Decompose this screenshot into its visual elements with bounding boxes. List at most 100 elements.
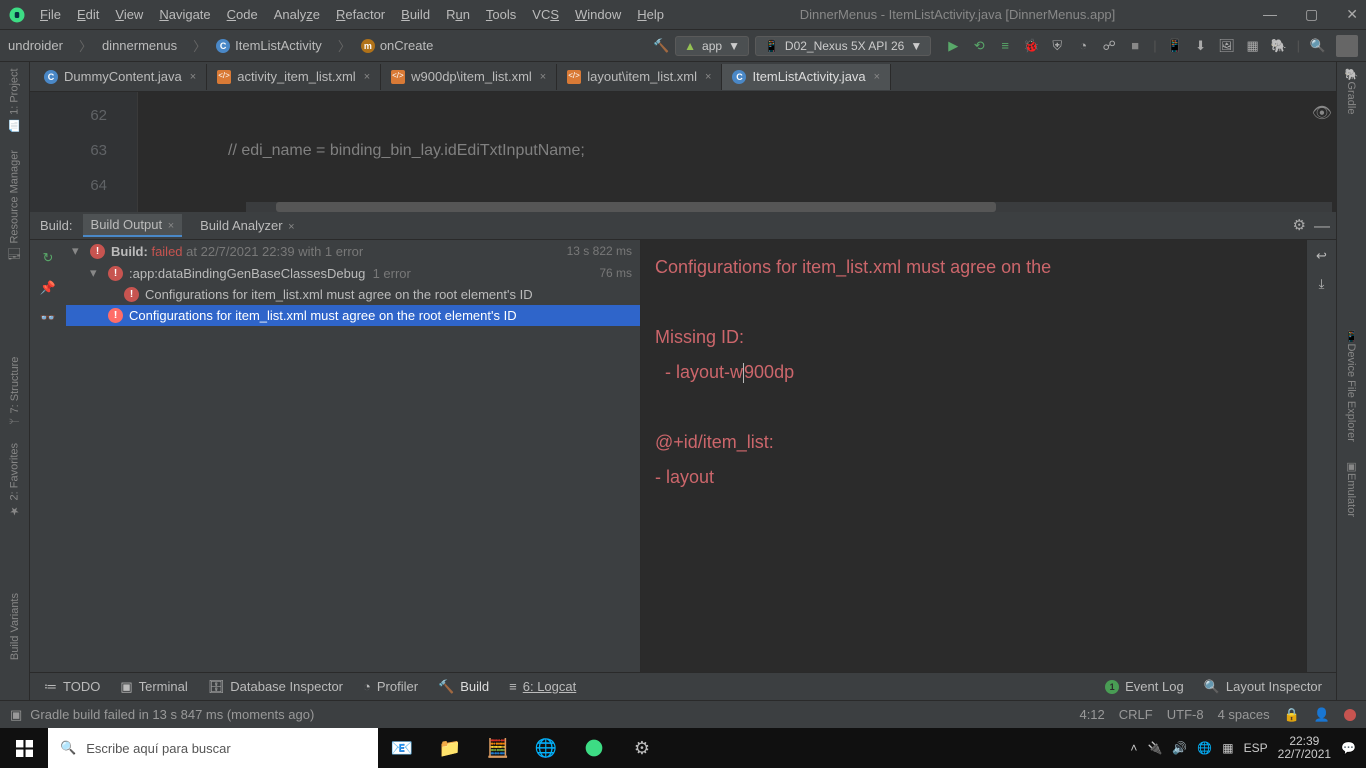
tray-tiles-icon[interactable]: ▦ (1222, 741, 1233, 755)
toolwindow-project[interactable]: 📄1: Project (8, 68, 21, 132)
build-error-detail[interactable]: Configurations for item_list.xml must ag… (641, 240, 1306, 700)
tray-language[interactable]: ESP (1244, 741, 1268, 755)
module-selector[interactable]: ▲app▼ (675, 36, 749, 56)
build-error-row[interactable]: ! Configurations for item_list.xml must … (66, 284, 640, 305)
scroll-to-end-icon[interactable]: ⤓ (1319, 276, 1325, 292)
taskbar-outlook[interactable]: 📧 (378, 728, 426, 768)
menu-window[interactable]: Window (575, 7, 621, 22)
sdk-manager-icon[interactable]: ⬇ (1193, 38, 1209, 54)
inspection-eye-icon[interactable]: 👁 (1312, 96, 1332, 131)
rerun-icon[interactable]: ↻ (43, 250, 54, 266)
build-error-row-selected[interactable]: ! Configurations for item_list.xml must … (66, 305, 640, 326)
maximize-button[interactable]: ▢ (1305, 6, 1318, 23)
toolwindow-gradle[interactable]: 🐘Gradle (1345, 68, 1358, 114)
taskbar-android-studio[interactable] (570, 728, 618, 768)
file-encoding[interactable]: UTF-8 (1167, 707, 1204, 722)
menu-tools[interactable]: Tools (486, 7, 516, 22)
toolwindow-emulator[interactable]: ▣Emulator (1345, 460, 1358, 517)
code-editor[interactable]: 62 63 64 👁 // edi_name = binding_bin_lay… (30, 92, 1336, 212)
inspections-icon[interactable]: 👤 (1314, 707, 1330, 723)
stop-icon[interactable]: ■ (1127, 38, 1143, 54)
tab-w900dp-item-list[interactable]: w900dp\item_list.xml× (381, 64, 557, 90)
tab-build-output[interactable]: Build Output × (83, 214, 183, 237)
toolwindow-build[interactable]: 🔨 Build (438, 679, 489, 695)
taskbar-app-other[interactable]: ⚙ (618, 728, 666, 768)
readonly-lock-icon[interactable]: 🔒 (1284, 707, 1300, 723)
tab-layout-item-list[interactable]: layout\item_list.xml× (557, 64, 722, 90)
menu-edit[interactable]: Edit (77, 7, 99, 22)
toolwindow-todo[interactable]: ≔ TODO (44, 679, 100, 695)
close-button[interactable]: ✕ (1346, 6, 1358, 23)
coverage-icon[interactable]: ⛨ (1049, 38, 1065, 54)
toolwindow-favorites[interactable]: ★2: Favorites (8, 443, 21, 517)
tray-volume-icon[interactable]: 🔊 (1172, 741, 1187, 755)
start-button[interactable] (0, 728, 48, 768)
close-tab-icon[interactable]: × (874, 71, 880, 83)
settings-icon[interactable]: ⚙ (1293, 216, 1306, 234)
taskbar-calculator[interactable]: 🧮 (474, 728, 522, 768)
tray-clock[interactable]: 22:39 22/7/2021 (1278, 735, 1331, 761)
caret-position[interactable]: 4:12 (1079, 707, 1104, 722)
menu-refactor[interactable]: Refactor (336, 7, 385, 22)
toolwindow-database[interactable]: 🗄 Database Inspector (208, 679, 343, 695)
collapse-icon[interactable]: ▾ (72, 243, 84, 259)
menu-code[interactable]: Code (227, 7, 258, 22)
taskbar-explorer[interactable]: 📁 (426, 728, 474, 768)
soft-wrap-icon[interactable]: ↩ (1316, 248, 1327, 264)
close-tab-icon[interactable]: × (288, 221, 294, 233)
toolwindow-logcat[interactable]: ≡ 6: Logcat (509, 679, 576, 694)
close-tab-icon[interactable]: × (705, 71, 711, 83)
make-project-icon[interactable]: 🔨 (653, 38, 669, 54)
hide-panel-icon[interactable]: — (1314, 218, 1330, 236)
layout-captures-icon[interactable]: ▦ (1245, 38, 1261, 54)
breadcrumb-1[interactable]: undroider (8, 38, 63, 53)
build-task-row[interactable]: ▾ ! :app:dataBindingGenBaseClassesDebug … (66, 262, 640, 284)
toolwindow-terminal[interactable]: ▣ Terminal (120, 679, 187, 695)
minimize-button[interactable]: — (1263, 6, 1277, 23)
menu-help[interactable]: Help (637, 7, 664, 22)
tray-network-icon[interactable]: 🌐 (1197, 741, 1212, 755)
menu-navigate[interactable]: Navigate (159, 7, 210, 22)
build-root-row[interactable]: ▾ ! Build: failed at 22/7/2021 22:39 wit… (66, 240, 640, 262)
code-area[interactable]: 👁 // edi_name = binding_bin_lay.idEdiTxt… (138, 92, 1336, 212)
breadcrumb-4[interactable]: onCreate (380, 38, 433, 53)
menu-run[interactable]: Run (446, 7, 470, 22)
toolwindow-structure[interactable]: ᛘ7: Structure (9, 357, 21, 424)
build-tree[interactable]: ▾ ! Build: failed at 22/7/2021 22:39 wit… (66, 240, 641, 700)
breadcrumb-2[interactable]: dinnermenus (102, 38, 177, 53)
debug-icon[interactable]: 🐞 (1023, 38, 1039, 54)
profile-icon[interactable]: ◔ (1075, 38, 1091, 54)
resource-manager-icon[interactable]: 🖼 (1219, 38, 1235, 54)
tab-activity-item-list[interactable]: activity_item_list.xml× (207, 64, 381, 90)
error-indicator-icon[interactable] (1344, 709, 1356, 721)
toolwindow-profiler[interactable]: ◔ Profiler (363, 679, 418, 694)
close-tab-icon[interactable]: × (364, 71, 370, 83)
menu-analyze[interactable]: Analyze (274, 7, 320, 22)
tray-notifications-icon[interactable]: 💬 (1341, 741, 1356, 755)
close-tab-icon[interactable]: × (168, 220, 174, 232)
toolwindow-device-file-explorer[interactable]: 📱Device File Explorer (1345, 330, 1358, 442)
tray-power-icon[interactable]: 🔌 (1147, 741, 1162, 755)
tab-itemlistactivity[interactable]: CItemListActivity.java× (722, 64, 891, 90)
sync-icon[interactable]: 🐘 (1271, 38, 1287, 54)
avd-manager-icon[interactable]: 📱 (1167, 38, 1183, 54)
apply-code-icon[interactable]: ≡ (997, 38, 1013, 54)
attach-debugger-icon[interactable]: ☍ (1101, 38, 1117, 54)
status-icon[interactable]: ▣ (10, 707, 22, 723)
toolwindow-resource-manager[interactable]: 🗂Resource Manager (8, 150, 21, 262)
menu-build[interactable]: Build (401, 7, 430, 22)
collapse-icon[interactable]: ▾ (90, 265, 102, 281)
close-tab-icon[interactable]: × (540, 71, 546, 83)
tray-chevron-icon[interactable]: ˄ (1130, 741, 1137, 755)
search-icon[interactable]: 🔍 (1310, 38, 1326, 54)
windows-search[interactable]: 🔍 Escribe aquí para buscar (48, 728, 378, 768)
toolwindow-event-log[interactable]: 1Event Log (1105, 679, 1184, 694)
editor-h-scrollbar[interactable] (246, 202, 1332, 212)
toolwindow-build-variants[interactable]: Build Variants (9, 593, 21, 660)
menu-vcs[interactable]: VCS (532, 7, 559, 22)
breadcrumb-3[interactable]: ItemListActivity (235, 38, 322, 53)
indent-setting[interactable]: 4 spaces (1218, 707, 1270, 722)
filter-icon[interactable]: 👓 (40, 310, 56, 326)
menu-view[interactable]: View (115, 7, 143, 22)
user-avatar[interactable] (1336, 35, 1358, 57)
